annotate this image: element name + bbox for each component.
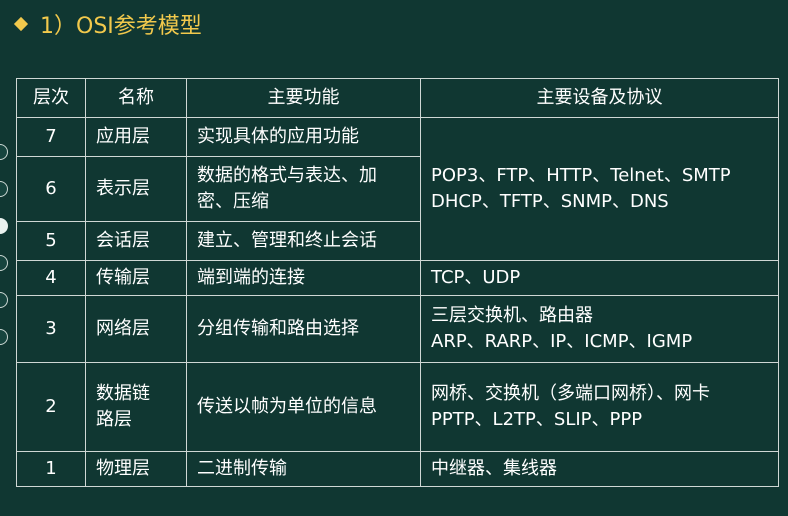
header-devices: 主要设备及协议 (420, 78, 779, 118)
devices-line: 三层交换机、路由器 (431, 305, 593, 326)
diamond-bullet-icon (13, 16, 29, 32)
cell-function: 实现具体的应用功能 (186, 117, 421, 157)
cell-layer: 2 (16, 362, 86, 452)
cell-name: 网络层 (85, 295, 187, 363)
cell-function: 分组传输和路由选择 (186, 295, 421, 363)
table-row: 4 传输层 端到端的连接 TCP、UDP (16, 260, 779, 296)
osi-model-table: 层次 名称 主要功能 主要设备及协议 7 应用层 实现具体的应用功能 POP3、… (16, 78, 779, 487)
cell-layer: 4 (16, 260, 86, 296)
cell-devices: 三层交换机、路由器 ARP、RARP、IP、ICMP、IGMP (420, 295, 779, 363)
name-line: 数据链 (96, 383, 150, 404)
toolbar-dot-active-icon[interactable] (0, 218, 8, 234)
cell-function: 建立、管理和终止会话 (186, 221, 421, 261)
toolbar-dot-icon[interactable] (0, 292, 8, 308)
cell-name: 数据链 路层 (85, 362, 187, 452)
cell-layer: 7 (16, 117, 86, 157)
toolbar-dot-icon[interactable] (0, 255, 8, 271)
devices-line: 网桥、交换机（多端口网桥）、网卡 (431, 383, 710, 404)
table-header-row: 层次 名称 主要功能 主要设备及协议 (16, 78, 779, 118)
header-function: 主要功能 (186, 78, 421, 118)
cell-layer: 1 (16, 451, 86, 487)
cell-name: 物理层 (85, 451, 187, 487)
cell-layer: 3 (16, 295, 86, 363)
cell-devices: 网桥、交换机（多端口网桥）、网卡 PPTP、L2TP、SLIP、PPP (420, 362, 779, 452)
cell-function: 数据的格式与表达、加 密、压缩 (186, 156, 421, 222)
toolbar-dot-icon[interactable] (0, 181, 8, 197)
heading-text: 1）OSI参考模型 (40, 14, 202, 39)
cell-layer: 5 (16, 221, 86, 261)
cell-function: 端到端的连接 (186, 260, 421, 296)
cell-devices: TCP、UDP (420, 260, 779, 296)
table-row: 1 物理层 二进制传输 中继器、集线器 (16, 451, 779, 487)
cell-devices-upper: POP3、FTP、HTTP、Telnet、SMTP DHCP、TFTP、SNMP… (420, 117, 779, 261)
function-line: 密、压缩 (197, 191, 269, 212)
cell-name: 应用层 (85, 117, 187, 157)
table-row: 3 网络层 分组传输和路由选择 三层交换机、路由器 ARP、RARP、IP、IC… (16, 295, 779, 363)
toolbar-dot-icon[interactable] (0, 329, 8, 345)
header-name: 名称 (85, 78, 187, 118)
table-row: 7 应用层 实现具体的应用功能 POP3、FTP、HTTP、Telnet、SMT… (16, 117, 779, 261)
header-layer: 层次 (16, 78, 86, 118)
side-toolbar (0, 144, 8, 345)
cell-name: 传输层 (85, 260, 187, 296)
cell-layer: 6 (16, 156, 86, 222)
toolbar-dot-icon[interactable] (0, 144, 8, 160)
devices-line: ARP、RARP、IP、ICMP、IGMP (431, 331, 693, 352)
cell-name: 表示层 (85, 156, 187, 222)
devices-line: DHCP、TFTP、SNMP、DNS (431, 191, 669, 212)
function-line: 数据的格式与表达、加 (197, 165, 377, 186)
name-line: 路层 (96, 409, 132, 430)
cell-devices: 中继器、集线器 (420, 451, 779, 487)
section-heading: 1）OSI参考模型 (10, 6, 202, 42)
devices-line: PPTP、L2TP、SLIP、PPP (431, 409, 643, 430)
cell-name: 会话层 (85, 221, 187, 261)
cell-function: 二进制传输 (186, 451, 421, 487)
table-row: 2 数据链 路层 传送以帧为单位的信息 网桥、交换机（多端口网桥）、网卡 PPT… (16, 362, 779, 452)
cell-function: 传送以帧为单位的信息 (186, 362, 421, 452)
devices-line: POP3、FTP、HTTP、Telnet、SMTP (431, 165, 731, 186)
